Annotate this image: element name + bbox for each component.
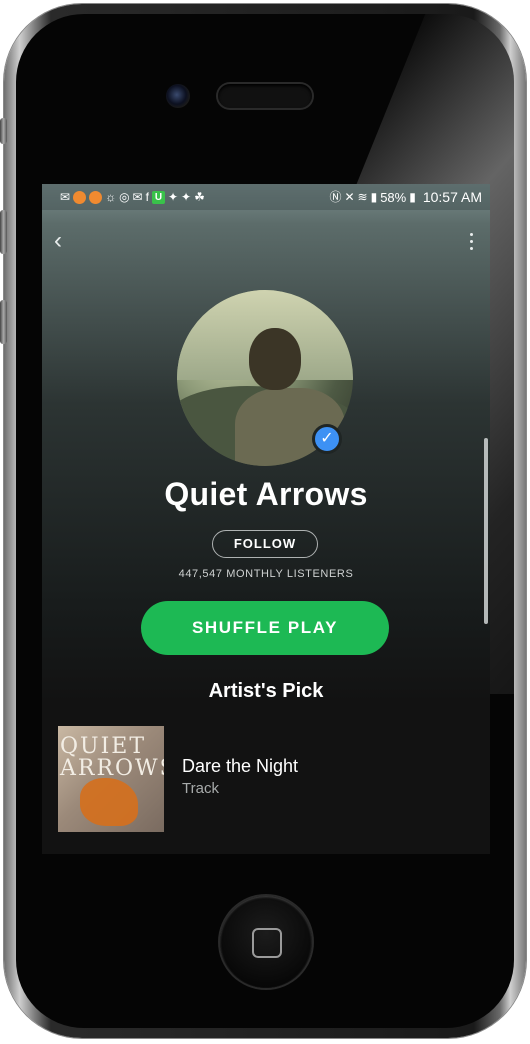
email-icon: ✉ (60, 190, 71, 204)
battery-icon: ▮ (409, 190, 416, 204)
follow-button[interactable]: FOLLOW (212, 530, 318, 558)
twitter-icon: ✦ (167, 190, 179, 204)
track-type: Track (182, 780, 219, 797)
verified-badge: ✓ (312, 424, 342, 454)
signal-icon: ▮ (370, 190, 378, 204)
cover-illustration (80, 778, 138, 826)
front-camera (166, 84, 190, 108)
artists-pick-heading: Artist's Pick (208, 680, 324, 702)
gmail-icon: ✉ (132, 190, 143, 204)
chevron-left-icon: ‹ (54, 227, 62, 254)
volume-up-button (0, 210, 7, 254)
volume-down-button (0, 300, 7, 344)
app-screen: ✉ ☼ ◎ ✉ f U ✦ ✦ ☘ Ⓝ ✕ ≋ ▮ 58% ▮ 10:57 AM… (42, 184, 490, 854)
mute-icon: ✕ (344, 190, 355, 204)
status-bar: ✉ ☼ ◎ ✉ f U ✦ ✦ ☘ Ⓝ ✕ ≋ ▮ 58% ▮ 10:57 AM (42, 184, 490, 210)
avatar-head (249, 328, 301, 390)
earpiece-speaker (218, 84, 312, 108)
clock: 10:57 AM (422, 189, 482, 205)
notification-icons: ✉ ☼ ◎ ✉ f U ✦ ✦ ☘ (60, 190, 205, 204)
whatsapp-icon: ◎ (119, 190, 130, 204)
more-vertical-icon (469, 239, 473, 243)
more-options-button[interactable] (466, 228, 476, 254)
twitter-icon: ✦ (181, 190, 192, 204)
app-notification-icon (73, 190, 87, 204)
home-button[interactable] (220, 896, 312, 988)
scrollbar[interactable] (484, 438, 488, 624)
weather-icon: ☼ (105, 190, 117, 204)
cover-text: QUIET (60, 734, 147, 759)
checkmark-icon: ✓ (320, 430, 334, 447)
track-cover-art[interactable]: QUIET ARROWS (58, 726, 164, 832)
artist-name: Quiet Arrows (164, 476, 368, 512)
track-title[interactable]: Dare the Night (182, 756, 298, 777)
system-icons: Ⓝ ✕ ≋ ▮ 58% ▮ 10:57 AM (329, 189, 482, 205)
home-square-icon (252, 928, 282, 958)
mute-switch (0, 118, 7, 144)
more-vertical-icon (469, 246, 473, 250)
cover-text: ARROWS (60, 756, 164, 781)
wifi-icon: ≋ (357, 190, 368, 204)
more-vertical-icon (469, 232, 473, 236)
monthly-listeners: 447,547 MONTHLY LISTENERS (178, 568, 354, 580)
facebook-icon: f (145, 190, 149, 204)
shuffle-play-button[interactable]: SHUFFLE PLAY (141, 601, 389, 655)
back-button[interactable]: ‹ (54, 228, 80, 254)
nfc-icon: Ⓝ (329, 190, 342, 204)
app-notification-icon (89, 190, 103, 204)
activity-icon: ☘ (194, 190, 205, 204)
battery-percent: 58% (380, 189, 407, 205)
upwork-icon: U (151, 190, 165, 204)
